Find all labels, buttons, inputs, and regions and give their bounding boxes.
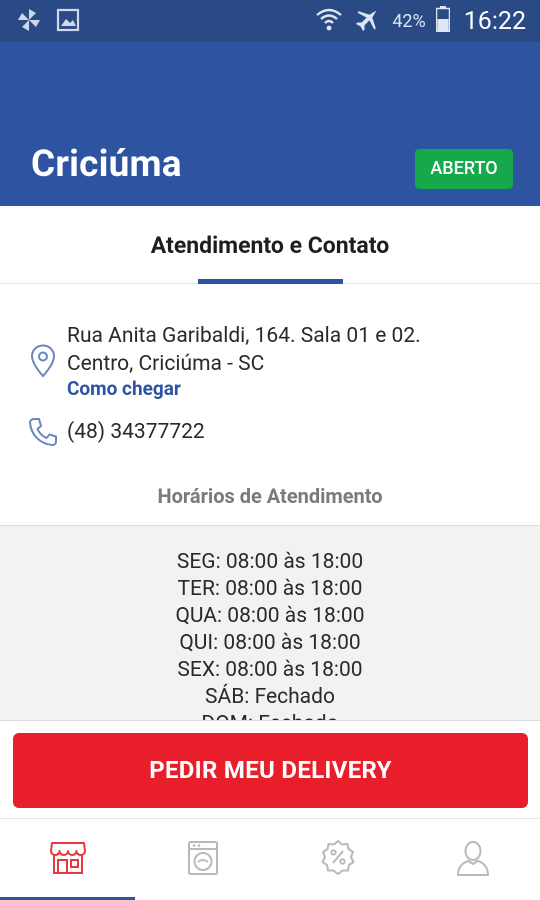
status-bar-right: 42% 16:22	[314, 4, 526, 38]
hours-line-sun: DOM: Fechado	[0, 711, 540, 720]
tab-bar: Atendimento e Contato	[0, 206, 540, 284]
user-icon	[456, 839, 490, 881]
tab-contact[interactable]: Atendimento e Contato	[0, 232, 540, 259]
status-badge: ABERTO	[415, 149, 513, 189]
hours-line-mon: SEG: 08:00 às 18:00	[176, 550, 364, 574]
battery-icon	[435, 6, 450, 36]
bottom-nav	[0, 818, 540, 900]
phone-icon[interactable]	[27, 416, 59, 452]
hours-line-thu: QUI: 08:00 às 18:00	[179, 631, 361, 655]
address: Rua Anita Garibaldi, 164. Sala 01 e 02. …	[67, 322, 421, 378]
location-pin-icon	[30, 344, 56, 382]
hours-title: Horários de Atendimento	[157, 484, 383, 508]
hours-lines: SEG: 08:00 às 18:00 TER: 08:00 às 18:00 …	[0, 549, 540, 720]
wifi-icon	[314, 4, 344, 38]
address-line-2: Centro, Criciúma - SC	[67, 352, 265, 376]
pinwheel-icon	[16, 7, 42, 37]
order-delivery-button[interactable]: PEDIR MEU DELIVERY	[13, 733, 528, 808]
airplane-mode-icon	[354, 5, 382, 37]
image-icon	[56, 8, 80, 36]
hours-line-fri: SEX: 08:00 às 18:00	[177, 658, 363, 682]
hours-list[interactable]: SEG: 08:00 às 18:00 TER: 08:00 às 18:00 …	[0, 525, 540, 721]
phone-number[interactable]: (48) 34377722	[67, 420, 205, 444]
nav-item-profile[interactable]	[405, 819, 540, 900]
store-icon	[49, 840, 87, 880]
hours-line-sat: SÁB: Fechado	[205, 685, 335, 709]
status-bar: 42% 16:22	[0, 0, 540, 42]
tab-indicator	[198, 279, 343, 284]
page-title: Criciúma	[31, 143, 182, 186]
hours-line-wed: QUA: 08:00 às 18:00	[175, 604, 365, 628]
discount-badge-icon	[319, 839, 357, 881]
clock: 16:22	[463, 6, 526, 36]
hours-line-tue: TER: 08:00 às 18:00	[177, 577, 363, 601]
directions-link[interactable]: Como chegar	[67, 377, 181, 400]
address-line-1: Rua Anita Garibaldi, 164. Sala 01 e 02.	[67, 324, 421, 348]
nav-item-laundry[interactable]	[135, 819, 270, 900]
status-bar-left	[16, 7, 80, 37]
washing-machine-icon	[187, 840, 219, 880]
nav-item-promotions[interactable]	[270, 819, 405, 900]
store-header: Criciúma ABERTO	[0, 42, 540, 206]
battery-percentage: 42%	[392, 10, 426, 32]
nav-item-store[interactable]	[0, 819, 135, 900]
